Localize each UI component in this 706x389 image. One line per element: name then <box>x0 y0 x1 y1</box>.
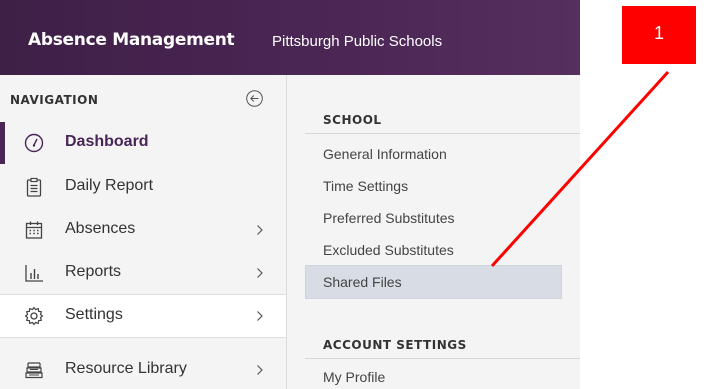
navigation-sidebar: NAVIGATION Dashboard Daily Report Absenc… <box>0 75 287 389</box>
dashboard-gauge-icon <box>24 133 44 153</box>
calendar-icon <box>25 221 43 239</box>
chevron-right-icon <box>257 268 263 278</box>
nav-label-resource-library: Resource Library <box>65 360 187 377</box>
submenu-time-settings[interactable]: Time Settings <box>323 178 408 194</box>
settings-submenu-panel: SCHOOL General Information Time Settings… <box>287 75 580 389</box>
nav-label-absences: Absences <box>65 220 136 237</box>
account-settings-heading: ACCOUNT SETTINGS <box>323 338 467 352</box>
collapse-sidebar-icon[interactable] <box>246 90 263 107</box>
top-header: Absence Management Pittsburgh Public Sch… <box>0 0 580 75</box>
nav-label-reports: Reports <box>65 263 122 280</box>
submenu-shared-files[interactable]: Shared Files <box>323 274 402 290</box>
nav-item-dashboard[interactable]: Dashboard <box>0 122 286 164</box>
nav-label-settings: Settings <box>65 306 123 323</box>
books-icon <box>25 362 43 379</box>
chevron-right-icon <box>257 225 263 235</box>
navigation-heading: NAVIGATION <box>10 93 99 107</box>
school-section-heading: SCHOOL <box>323 113 382 127</box>
callout-number: 1 <box>653 23 664 43</box>
bar-chart-icon <box>25 265 43 282</box>
gear-icon <box>24 306 44 326</box>
nav-label-dashboard: Dashboard <box>65 133 149 150</box>
submenu-preferred-substitutes[interactable]: Preferred Substitutes <box>323 210 455 226</box>
organization-name: Pittsburgh Public Schools <box>272 33 443 50</box>
nav-item-daily-report[interactable]: Daily Report <box>0 166 286 208</box>
nav-item-absences[interactable]: Absences <box>0 209 286 251</box>
submenu-my-profile[interactable]: My Profile <box>323 369 385 385</box>
chevron-right-icon <box>257 365 263 375</box>
submenu-general-information[interactable]: General Information <box>323 146 447 162</box>
section-divider <box>305 358 580 359</box>
annotation-callout: 1 <box>622 6 696 64</box>
app-window: Absence Management Pittsburgh Public Sch… <box>0 0 580 389</box>
submenu-excluded-substitutes[interactable]: Excluded Substitutes <box>323 242 454 258</box>
app-title[interactable]: Absence Management <box>28 30 235 50</box>
clipboard-icon <box>26 177 42 197</box>
section-divider <box>305 133 580 134</box>
nav-item-resource-library[interactable]: Resource Library <box>0 349 286 389</box>
chevron-right-icon <box>257 311 263 321</box>
nav-item-reports[interactable]: Reports <box>0 252 286 294</box>
nav-label-daily-report: Daily Report <box>65 177 154 194</box>
nav-item-settings[interactable]: Settings <box>0 294 286 338</box>
